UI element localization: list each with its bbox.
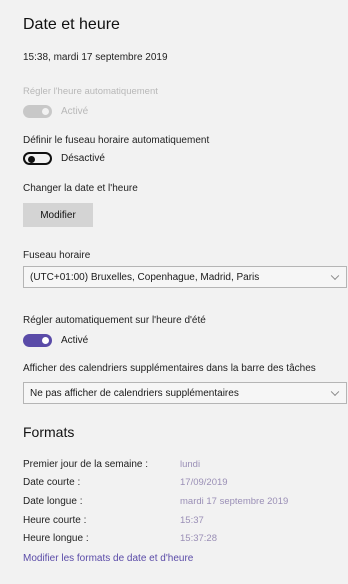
modify-datetime-button[interactable]: Modifier <box>23 203 93 227</box>
chevron-down-icon <box>330 271 340 281</box>
auto-time-toggle[interactable] <box>23 105 52 118</box>
format-value: 15:37:28 <box>180 533 217 544</box>
chevron-down-icon <box>330 387 340 397</box>
modify-formats-link[interactable]: Modifier les formats de date et d'heure <box>23 553 193 564</box>
auto-timezone-label: Définir le fuseau horaire automatiquemen… <box>23 135 210 146</box>
format-key: Date longue : <box>23 496 83 507</box>
change-datetime-label: Changer la date et l'heure <box>23 183 138 194</box>
extra-calendars-selected: Ne pas afficher de calendriers supplémen… <box>30 387 239 399</box>
auto-time-label: Régler l'heure automatiquement <box>23 86 158 97</box>
timezone-label: Fuseau horaire <box>23 250 91 261</box>
formats-title: Formats <box>23 424 75 440</box>
extra-calendars-select[interactable]: Ne pas afficher de calendriers supplémen… <box>23 382 347 404</box>
timezone-selected: (UTC+01:00) Bruxelles, Copenhague, Madri… <box>30 271 260 283</box>
auto-timezone-toggle[interactable] <box>23 152 52 165</box>
format-value: 17/09/2019 <box>180 477 228 488</box>
toggle-knob <box>28 155 35 163</box>
format-key: Date courte : <box>23 477 81 488</box>
format-value: lundi <box>180 459 201 470</box>
format-key: Premier jour de la semaine : <box>23 459 149 470</box>
page-title: Date et heure <box>23 16 120 33</box>
dst-state: Activé <box>61 335 89 346</box>
auto-time-state: Activé <box>61 106 89 117</box>
format-value: 15:37 <box>180 515 204 526</box>
date-time-settings-panel: Date et heure 15:38, mardi 17 septembre … <box>0 0 348 584</box>
current-datetime: 15:38, mardi 17 septembre 2019 <box>23 52 168 63</box>
format-value: mardi 17 septembre 2019 <box>180 496 289 507</box>
dst-toggle[interactable] <box>23 334 52 347</box>
toggle-knob <box>42 108 49 115</box>
format-key: Heure courte : <box>23 515 87 526</box>
format-key: Heure longue : <box>23 533 89 544</box>
extra-calendars-label: Afficher des calendriers supplémentaires… <box>23 363 316 374</box>
auto-timezone-state: Désactivé <box>61 153 105 164</box>
timezone-select[interactable]: (UTC+01:00) Bruxelles, Copenhague, Madri… <box>23 266 347 288</box>
dst-label: Régler automatiquement sur l'heure d'été <box>23 315 206 326</box>
toggle-knob <box>42 337 49 344</box>
